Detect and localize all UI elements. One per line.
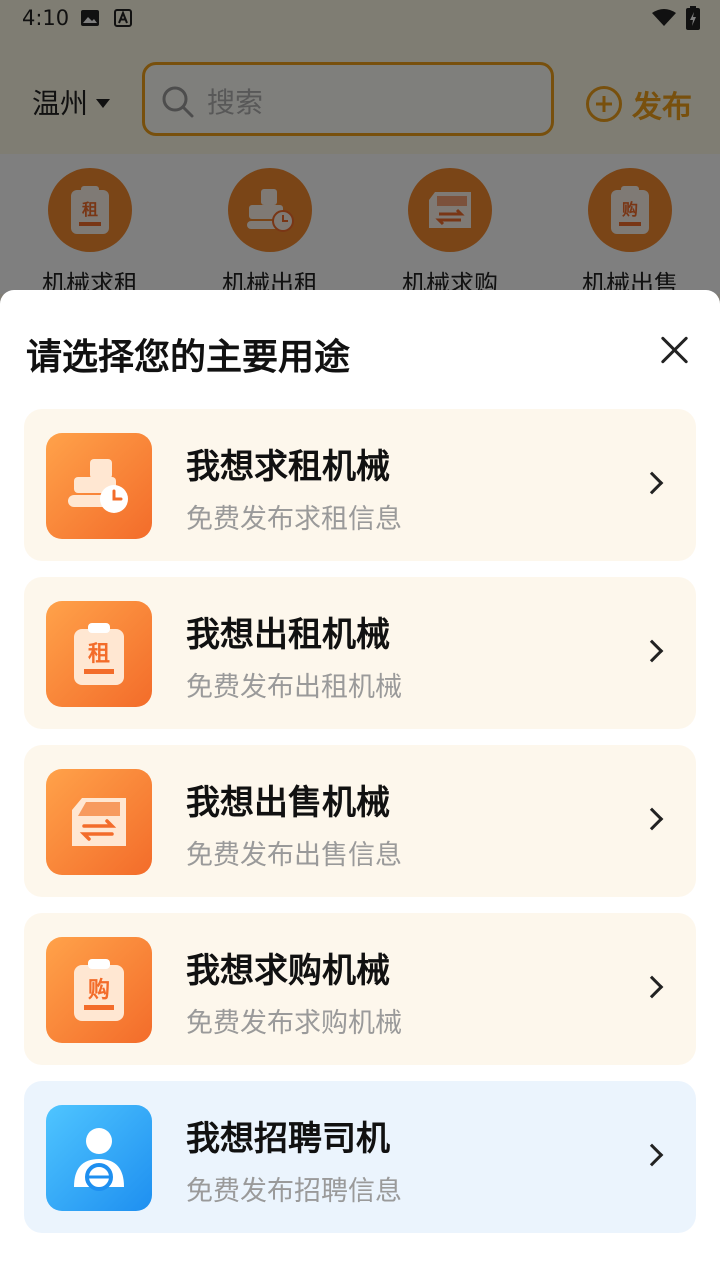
option-title: 我想求购机械 [186,951,390,991]
option-icon-glyph: 购 [88,977,110,1003]
chevron-right-icon [640,975,664,999]
clipboard-buy-icon: 购 [46,937,152,1043]
option-title: 我想出租机械 [186,615,390,655]
exchange-card-icon [46,769,152,875]
driver-icon [46,1105,152,1211]
chevron-right-icon [640,639,664,663]
option-subtitle: 免费发布招聘信息 [186,1176,402,1207]
option-rent-request[interactable]: 我想求租机械 免费发布求租信息 [24,409,696,561]
option-icon-glyph: 租 [88,642,110,667]
option-title: 我想招聘司机 [186,1119,390,1159]
clipboard-rent-icon: 租 [46,601,152,707]
option-sell[interactable]: 我想出售机械 免费发布出售信息 [24,745,696,897]
chevron-right-icon [640,1143,664,1167]
option-subtitle: 免费发布求租信息 [186,504,402,535]
option-title: 我想求租机械 [186,447,390,487]
chevron-right-icon [640,471,664,495]
close-icon[interactable] [654,330,694,370]
option-rent-out[interactable]: 租 我想出租机械 免费发布出租机械 [24,577,696,729]
option-buy-request[interactable]: 购 我想求购机械 免费发布求购机械 [24,913,696,1065]
option-subtitle: 免费发布求购机械 [186,1008,402,1039]
option-title: 我想出售机械 [186,783,390,823]
excavator-clock-icon [46,433,152,539]
option-subtitle: 免费发布出租机械 [186,672,402,703]
option-hire-driver[interactable]: 我想招聘司机 免费发布招聘信息 [24,1081,696,1233]
option-subtitle: 免费发布出售信息 [186,840,402,871]
sheet-title: 请选择您的主要用途 [26,337,351,378]
purpose-bottom-sheet: 请选择您的主要用途 我想求租机械 免费发布求租信息 租 我想出租机械 免费发布出… [0,290,720,1280]
chevron-right-icon [640,807,664,831]
